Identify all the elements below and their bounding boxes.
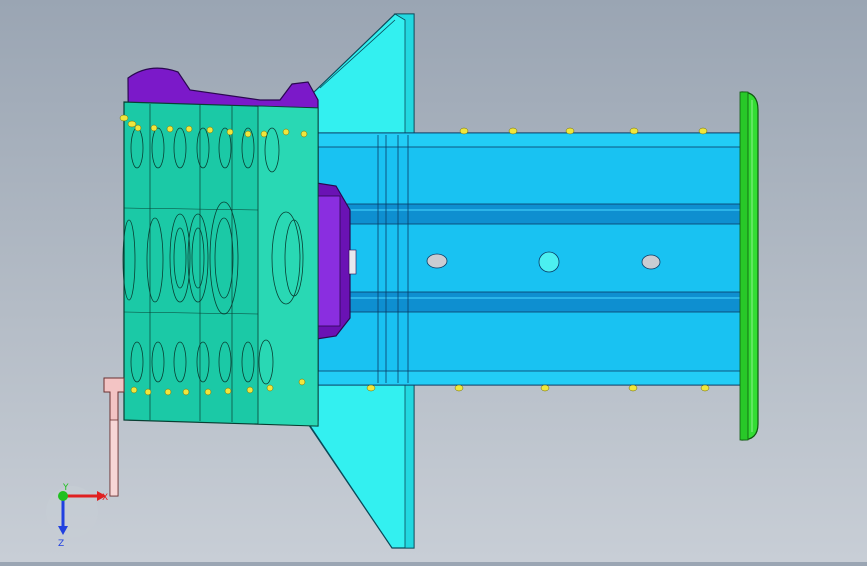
cad-viewport[interactable]: X Y Z [0, 0, 867, 562]
box-tube[interactable] [317, 132, 747, 386]
y-axis-label: Y [62, 483, 69, 493]
mounting-bracket[interactable] [122, 101, 319, 427]
x-axis-label: X [102, 493, 108, 503]
cad-model-view: X Y Z [46, 13, 759, 549]
support-rod[interactable] [103, 377, 125, 497]
z-axis-label: Z [58, 539, 64, 549]
end-plate[interactable] [739, 91, 759, 441]
triad-shadow [46, 486, 98, 538]
coordinate-triad: X Y Z [46, 483, 108, 549]
